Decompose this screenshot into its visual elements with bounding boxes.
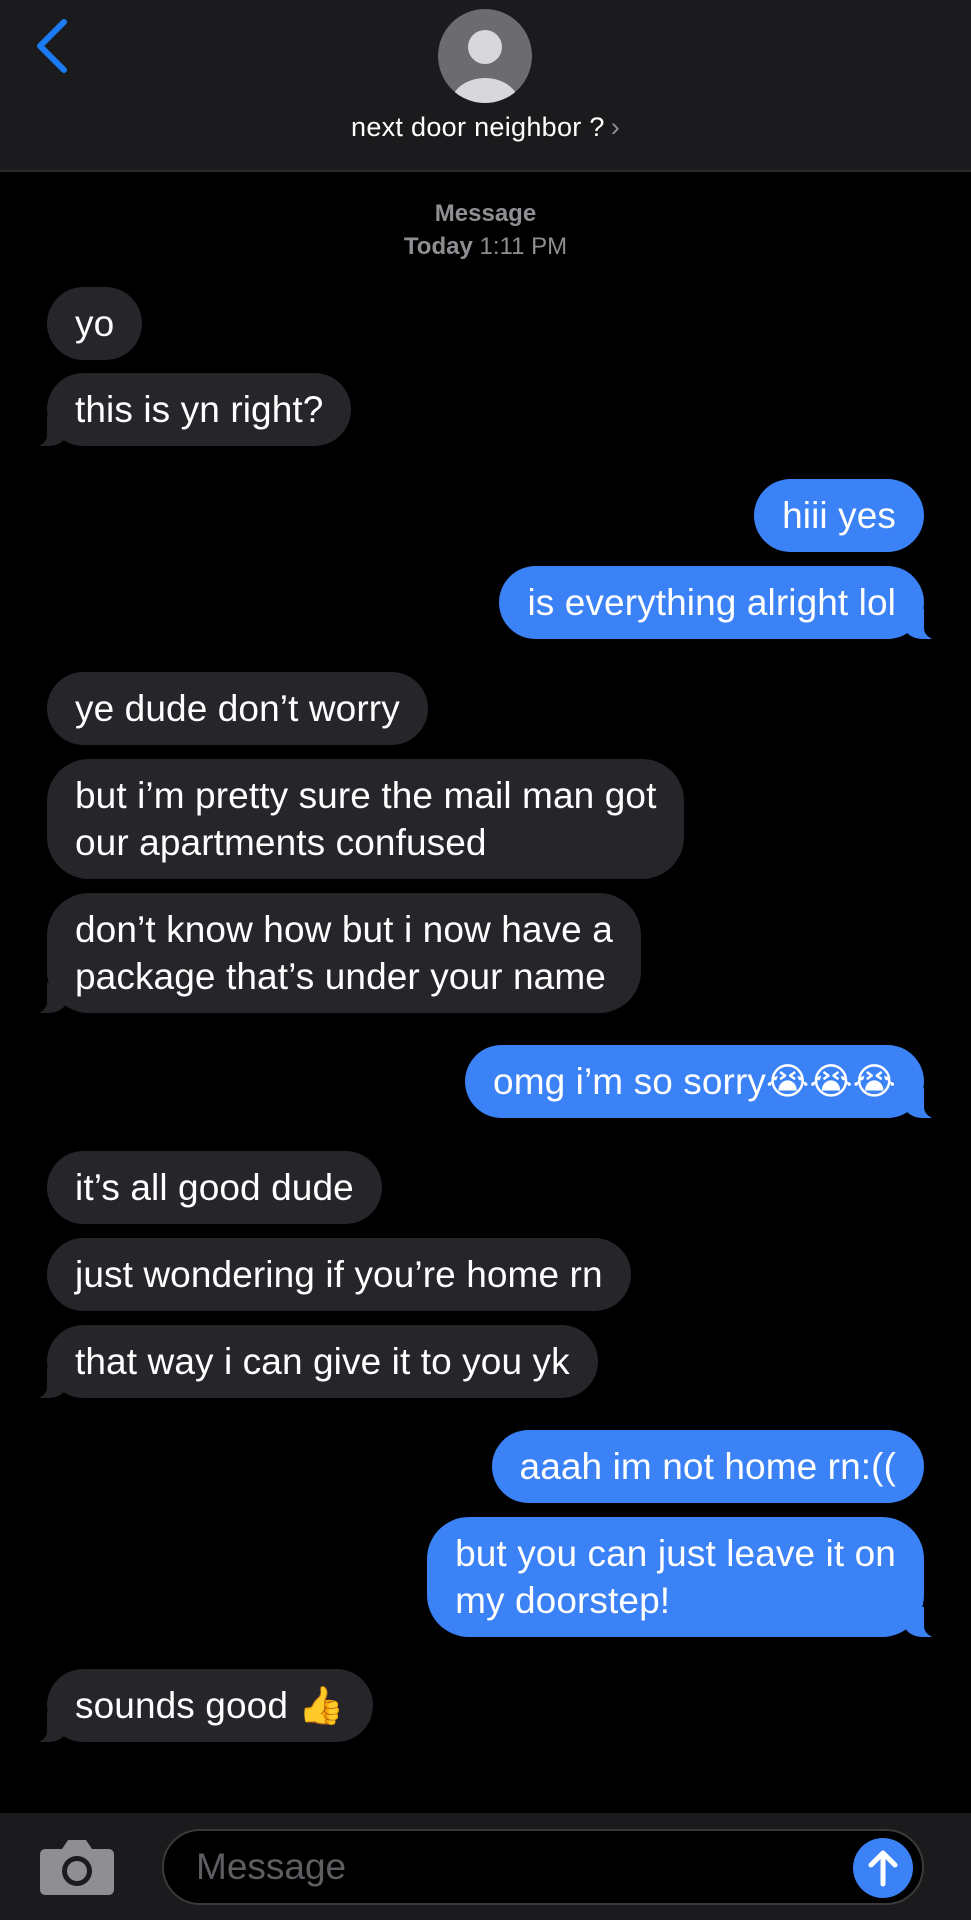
chevron-right-icon: ›: [610, 112, 620, 142]
conversation-header: next door neighbor ? ›: [0, 0, 971, 172]
camera-button[interactable]: [38, 1835, 116, 1897]
timestamp-day: Today: [403, 233, 473, 260]
send-button[interactable]: [853, 1838, 913, 1898]
message-composer: [0, 1813, 971, 1920]
contact-name-button[interactable]: next door neighbor ? ›: [0, 112, 971, 143]
message-bubble-outgoing[interactable]: but you can just leave it on my doorstep…: [427, 1517, 946, 1638]
timestamp-time: 1:11 PM: [479, 233, 568, 260]
arrow-up-icon: [868, 1850, 898, 1887]
camera-icon: [40, 1840, 114, 1895]
service-label: Message: [434, 200, 537, 227]
message-bubble-incoming[interactable]: ye dude don’t worry: [47, 672, 428, 745]
message-bubble-incoming[interactable]: it’s all good dude: [47, 1151, 382, 1224]
message-bubble-incoming[interactable]: don’t know how but i now have a package …: [25, 893, 641, 1014]
contact-avatar[interactable]: [438, 9, 532, 103]
message-bubble-outgoing[interactable]: is everything alright lol: [499, 566, 946, 640]
timestamp: Today 1:11 PM: [0, 233, 971, 261]
message-bubble-outgoing[interactable]: aaah im not home rn:((: [491, 1430, 924, 1503]
message-bubble-outgoing[interactable]: omg i’m so sorry😭😭😭: [465, 1045, 946, 1119]
back-button[interactable]: [28, 14, 78, 78]
contact-name: next door neighbor ?: [351, 112, 605, 142]
message-input[interactable]: [162, 1829, 924, 1905]
message-bubble-incoming[interactable]: but i’m pretty sure the mail man got our…: [47, 759, 685, 879]
message-bubble-outgoing[interactable]: hiii yes: [754, 479, 924, 552]
message-bubble-incoming[interactable]: this is yn right?: [24, 373, 352, 447]
message-bubble-incoming[interactable]: just wondering if you’re home rn: [47, 1238, 631, 1311]
message-bubble-incoming[interactable]: sounds good 👍: [25, 1669, 373, 1743]
message-bubble-incoming[interactable]: that way i can give it to you yk: [25, 1325, 598, 1399]
chevron-left-icon: [37, 19, 67, 73]
person-silhouette-icon: [451, 30, 519, 103]
message-bubble-incoming[interactable]: yo: [47, 287, 143, 360]
